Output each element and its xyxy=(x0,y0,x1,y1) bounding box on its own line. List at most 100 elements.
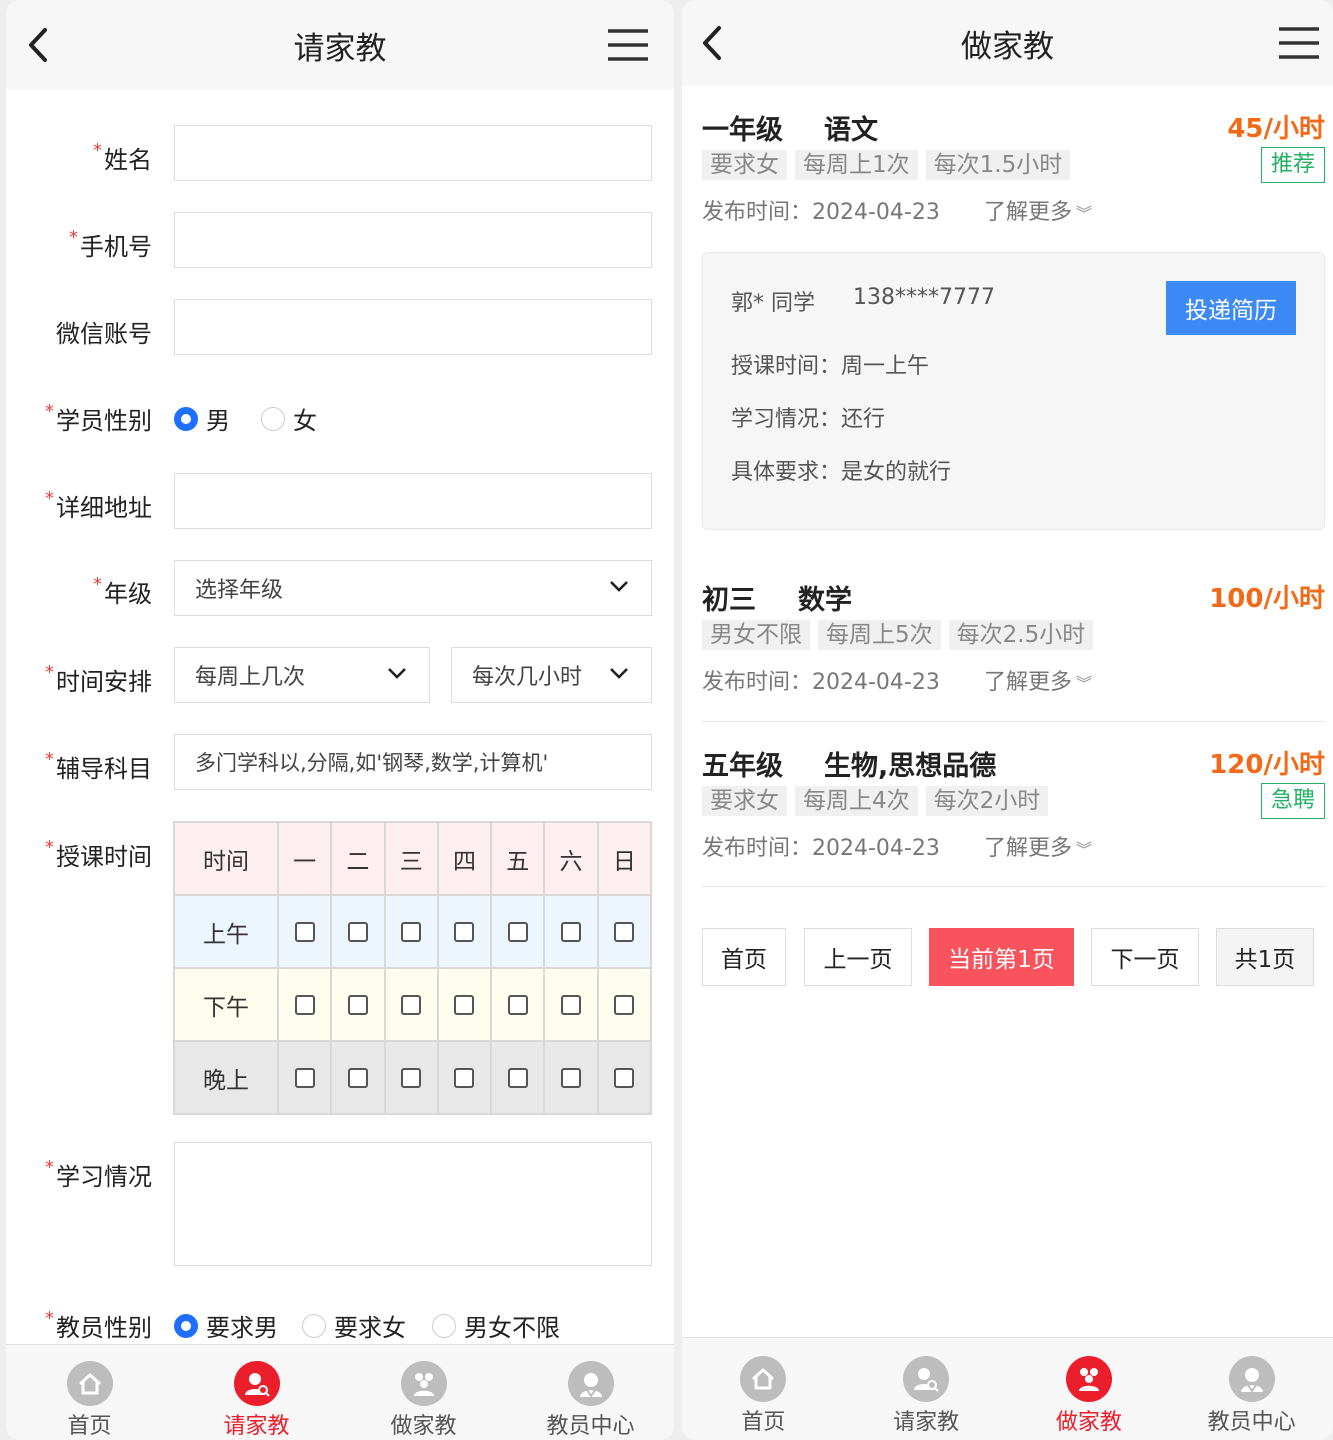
evening-checkbox[interactable] xyxy=(561,1068,582,1088)
tab-be-tutor[interactable]: 做家教 xyxy=(1008,1338,1171,1440)
table-header-cell: 六 xyxy=(543,821,599,896)
learn-more-link[interactable]: 了解更多 ︾ xyxy=(984,194,1092,226)
afternoon-checkbox[interactable] xyxy=(347,995,368,1015)
table-header-cell: 二 xyxy=(330,821,386,896)
morning-checkbox[interactable] xyxy=(294,922,315,942)
afternoon-checkbox[interactable] xyxy=(614,995,635,1015)
afternoon-checkbox[interactable] xyxy=(401,995,422,1015)
radio-checked-icon xyxy=(174,1313,198,1338)
times-per-week-select[interactable]: 每周上几次 xyxy=(174,647,430,703)
evening-checkbox[interactable] xyxy=(401,1068,422,1088)
tag: 每周上4次 xyxy=(795,786,918,816)
tab-label: 教员中心 xyxy=(546,1414,635,1439)
user-search-icon xyxy=(233,1361,280,1406)
tag: 每次1.5小时 xyxy=(925,150,1071,180)
pager-first-button[interactable]: 首页 xyxy=(702,928,786,986)
address-input[interactable] xyxy=(174,473,652,529)
radio-unchecked-icon xyxy=(432,1313,456,1338)
teacher-gender-label: *教员性别 xyxy=(45,1308,152,1342)
pager-next-button[interactable]: 下一页 xyxy=(1091,928,1199,986)
double-chevron-down-icon: ︾ xyxy=(1076,840,1093,859)
learn-more-link[interactable]: 了解更多 ︾ xyxy=(984,664,1092,696)
student-gender-label: *学员性别 xyxy=(45,401,152,435)
radio-unchecked-icon xyxy=(261,406,285,431)
tab-home[interactable]: 首页 xyxy=(6,1345,173,1440)
evening-checkbox[interactable] xyxy=(347,1068,368,1088)
item-price: 120/小时 xyxy=(1209,750,1325,780)
name-input[interactable] xyxy=(174,125,652,181)
grade-select[interactable]: 选择年级 xyxy=(174,560,652,616)
phone-input[interactable] xyxy=(174,212,652,268)
item-tags: 要求女 每周上1次 每次1.5小时 xyxy=(702,150,1078,180)
list-item[interactable]: 五年级 生物,思想品德 120/小时 要求女 每周上4次 每次2小时 急聘 发布… xyxy=(702,744,1325,884)
morning-checkbox[interactable] xyxy=(507,922,528,942)
afternoon-checkbox[interactable] xyxy=(561,995,582,1015)
study-textarea[interactable] xyxy=(174,1142,652,1266)
menu-icon[interactable] xyxy=(1275,0,1323,86)
tab-be-tutor[interactable]: 做家教 xyxy=(340,1345,507,1440)
student-name: 郭* 同学 xyxy=(731,291,815,316)
tab-home[interactable]: 首页 xyxy=(682,1338,845,1440)
tag: 每次2小时 xyxy=(925,786,1049,816)
tab-label: 教员中心 xyxy=(1207,1410,1296,1435)
grade-label: *年级 xyxy=(93,574,152,608)
tab-bar: 首页 请家教 做家教 教员中心 xyxy=(682,1337,1333,1440)
recommend-badge: 推荐 xyxy=(1260,147,1325,183)
menu-icon[interactable] xyxy=(604,0,652,90)
table-header-cell: 五 xyxy=(490,821,546,896)
tab-label: 首页 xyxy=(741,1410,786,1435)
tab-label: 做家教 xyxy=(390,1414,457,1439)
student-gender-female-radio[interactable]: 女 xyxy=(261,401,317,436)
pager-current-page: 当前第1页 xyxy=(929,928,1074,986)
pager-total: 共1页 xyxy=(1216,928,1314,986)
evening-checkbox[interactable] xyxy=(454,1068,475,1088)
group-icon xyxy=(1065,1356,1112,1402)
morning-checkbox[interactable] xyxy=(454,922,475,942)
detail-study: 学习情况：还行 xyxy=(731,407,886,432)
evening-checkbox[interactable] xyxy=(294,1068,315,1088)
subject-label: *辅导科目 xyxy=(45,749,152,783)
teacher-gender-male-radio[interactable]: 要求男 xyxy=(174,1308,278,1343)
evening-checkbox[interactable] xyxy=(507,1068,528,1088)
morning-checkbox[interactable] xyxy=(401,922,422,942)
teacher-icon xyxy=(567,1361,614,1406)
list-item[interactable]: 一年级 语文 45/小时 要求女 每周上1次 每次1.5小时 推荐 发布时间：2… xyxy=(702,108,1325,248)
student-gender-male-radio[interactable]: 男 xyxy=(174,401,230,436)
table-header-cell: 四 xyxy=(436,821,493,896)
tag: 每周上1次 xyxy=(795,150,918,180)
row-label-morning: 上午 xyxy=(173,894,279,969)
submit-resume-button[interactable]: 投递简历 xyxy=(1166,281,1296,335)
double-chevron-down-icon: ︾ xyxy=(1076,204,1093,223)
tab-label: 请家教 xyxy=(223,1414,290,1439)
morning-checkbox[interactable] xyxy=(614,922,635,942)
teacher-gender-female-radio[interactable]: 要求女 xyxy=(302,1308,406,1343)
divider xyxy=(702,721,1325,722)
pager-prev-button[interactable]: 上一页 xyxy=(804,928,912,986)
tab-bar: 首页 请家教 做家教 教员中心 xyxy=(6,1344,674,1440)
learn-more-link[interactable]: 了解更多 ︾ xyxy=(984,830,1092,862)
subject-input[interactable]: 多门学科以,分隔,如'钢琴,数学,计算机' xyxy=(174,734,652,790)
wechat-input[interactable] xyxy=(174,299,652,355)
address-label: *详细地址 xyxy=(45,488,152,522)
publish-time: 发布时间：2024-04-23 xyxy=(702,836,940,861)
publish-time: 发布时间：2024-04-23 xyxy=(702,200,940,225)
morning-checkbox[interactable] xyxy=(347,922,368,942)
teacher-gender-any-radio[interactable]: 男女不限 xyxy=(432,1308,560,1343)
tab-teacher-center[interactable]: 教员中心 xyxy=(1170,1338,1333,1440)
tab-teacher-center[interactable]: 教员中心 xyxy=(507,1345,674,1440)
evening-checkbox[interactable] xyxy=(614,1068,635,1088)
hours-per-time-select[interactable]: 每次几小时 xyxy=(451,647,652,703)
page-title: 做家教 xyxy=(961,28,1054,65)
item-tags: 要求女 每周上4次 每次2小时 xyxy=(702,786,1056,816)
be-tutor-screen: 做家教 一年级 语文 45/小时 要求女 每周上1次 每次1.5小时 推荐 发布… xyxy=(682,0,1333,1440)
morning-checkbox[interactable] xyxy=(561,922,582,942)
name-label: *姓名 xyxy=(93,140,152,174)
afternoon-checkbox[interactable] xyxy=(454,995,475,1015)
item-price: 45/小时 xyxy=(1227,114,1325,144)
tag: 要求女 xyxy=(702,150,787,180)
afternoon-checkbox[interactable] xyxy=(294,995,315,1015)
tab-request-tutor[interactable]: 请家教 xyxy=(173,1345,340,1440)
afternoon-checkbox[interactable] xyxy=(507,995,528,1015)
tab-request-tutor[interactable]: 请家教 xyxy=(845,1338,1008,1440)
list-item[interactable]: 初三 数学 100/小时 男女不限 每周上5次 每次2.5小时 发布时间：202… xyxy=(702,578,1325,718)
